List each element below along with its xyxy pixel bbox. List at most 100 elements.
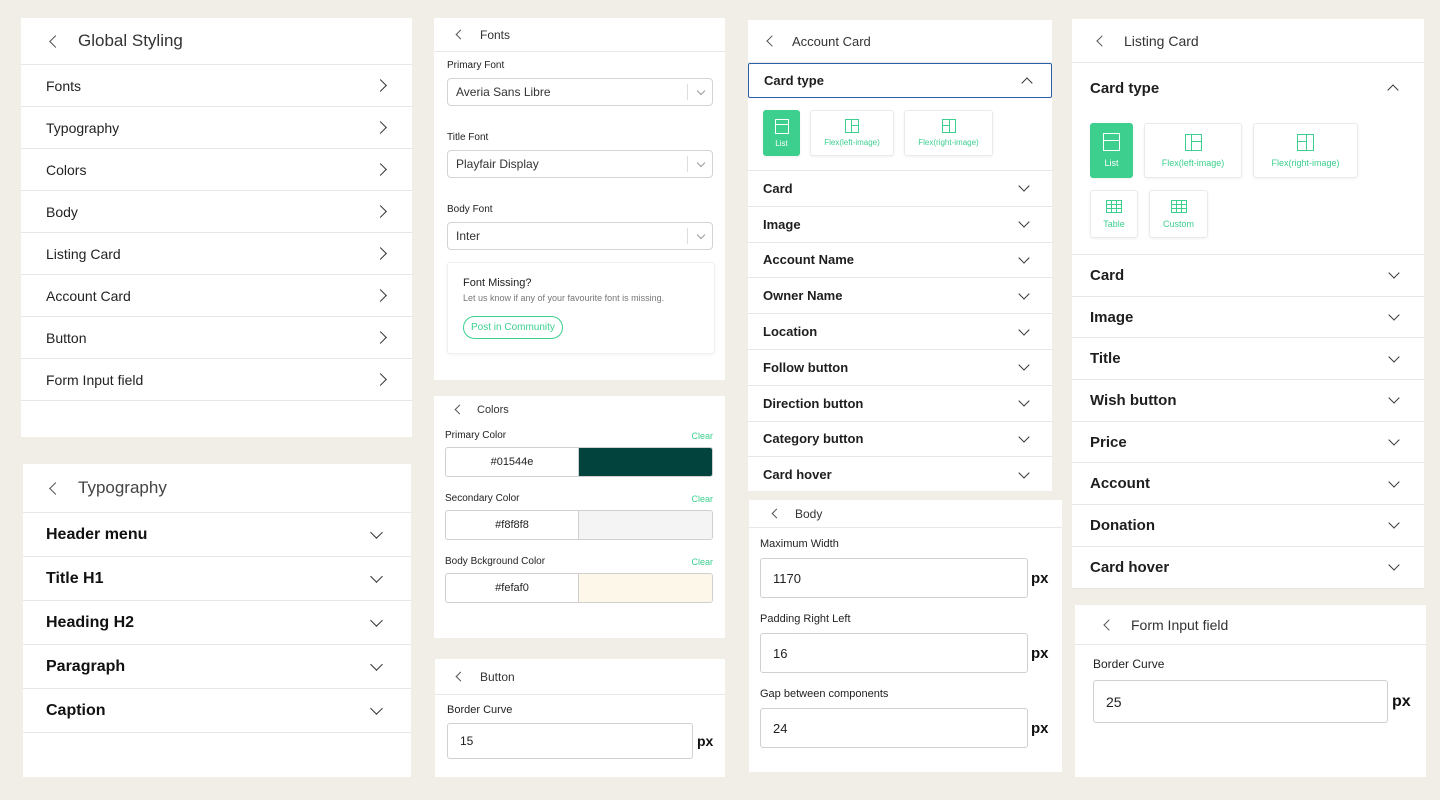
- card-type-list[interactable]: List: [1090, 123, 1133, 178]
- typography-item-label: Heading H2: [46, 613, 135, 631]
- global-styling-panel: Global Styling Fonts Typography Colors Body…: [21, 18, 412, 437]
- card-type-flex-left[interactable]: Flex(left-image): [1144, 123, 1242, 178]
- section-label: Image: [1090, 308, 1134, 326]
- section-label: Direction button: [763, 395, 864, 411]
- menu-item-button[interactable]: Button: [21, 317, 412, 359]
- primary-color-picker[interactable]: #01544e: [445, 447, 713, 477]
- secondary-color-picker[interactable]: #f8f8f8: [445, 510, 713, 540]
- menu-item-fonts[interactable]: Fonts: [21, 65, 412, 107]
- section-follow-button[interactable]: Follow button: [748, 350, 1052, 386]
- color-swatch[interactable]: [579, 511, 712, 539]
- section-account[interactable]: Account: [1072, 463, 1424, 506]
- gap-between-components-input[interactable]: 24: [760, 708, 1028, 748]
- menu-item-colors[interactable]: Colors: [21, 149, 412, 191]
- color-field-label: Primary Color: [445, 430, 507, 441]
- section-location[interactable]: Location: [748, 314, 1052, 350]
- px-unit: px: [1031, 569, 1049, 587]
- typography-item-paragraph[interactable]: Paragraph: [23, 645, 411, 689]
- back-icon[interactable]: [49, 481, 62, 495]
- custom-layout-icon: [1170, 199, 1187, 213]
- section-wish-button[interactable]: Wish button: [1072, 380, 1424, 422]
- card-type-flex-right[interactable]: Flex(right-image): [1253, 123, 1358, 178]
- chevron-down-icon: [696, 86, 706, 95]
- section-owner-name[interactable]: Owner Name: [748, 278, 1052, 315]
- section-card[interactable]: Card: [1072, 255, 1424, 297]
- body-font-select[interactable]: Inter: [447, 222, 713, 250]
- section-account-name[interactable]: Account Name: [748, 243, 1052, 279]
- post-in-community-button[interactable]: Post in Community: [463, 316, 563, 339]
- border-curve-input[interactable]: 15: [447, 723, 693, 759]
- page-title: Typography: [78, 478, 167, 497]
- card-type-section[interactable]: Card type: [748, 63, 1052, 98]
- section-title[interactable]: Title: [1072, 338, 1424, 381]
- card-type-label: Card type: [1090, 79, 1160, 97]
- card-type-table[interactable]: Table: [1090, 190, 1138, 238]
- button-panel: Button Border Curve 15 px: [435, 659, 725, 777]
- section-direction-button[interactable]: Direction button: [748, 386, 1052, 422]
- section-image[interactable]: Image: [1072, 297, 1424, 339]
- border-curve-label: Border Curve: [1093, 657, 1165, 671]
- maximum-width-input[interactable]: 1170: [760, 558, 1028, 598]
- chevron-down-icon: [370, 657, 383, 671]
- body-field-label: Padding Right Left: [760, 613, 851, 625]
- body-header: Body: [749, 500, 1062, 528]
- menu-item-body[interactable]: Body: [21, 191, 412, 233]
- section-card[interactable]: Card: [748, 171, 1052, 207]
- card-type-list[interactable]: List: [763, 110, 800, 156]
- hex-value[interactable]: #fefaf0: [446, 574, 579, 602]
- typography-item-caption[interactable]: Caption: [23, 689, 411, 733]
- typography-item-label: Paragraph: [46, 657, 126, 675]
- menu-item-typography[interactable]: Typography: [21, 107, 412, 149]
- border-curve-input[interactable]: 25: [1093, 680, 1388, 723]
- section-card-hover[interactable]: Card hover: [748, 457, 1052, 491]
- account-card-header: Account Card: [748, 20, 1052, 63]
- typography-item-title-h1[interactable]: Title H1: [23, 557, 411, 601]
- card-type-flex-right[interactable]: Flex(right-image): [904, 110, 993, 156]
- primary-font-select[interactable]: Averia Sans Libre: [447, 78, 713, 106]
- hex-value[interactable]: #01544e: [446, 448, 579, 476]
- menu-item-account-card[interactable]: Account Card: [21, 275, 412, 317]
- clear-button[interactable]: Clear: [691, 431, 713, 441]
- page-title: Colors: [477, 403, 509, 416]
- hex-value[interactable]: #f8f8f8: [446, 511, 579, 539]
- clear-button[interactable]: Clear: [691, 557, 713, 567]
- back-icon[interactable]: [454, 404, 465, 415]
- section-image[interactable]: Image: [748, 207, 1052, 243]
- section-category-button[interactable]: Category button: [748, 422, 1052, 458]
- chevron-right-icon: [374, 373, 387, 386]
- section-price[interactable]: Price: [1072, 422, 1424, 464]
- color-field-label: Body Bckground Color: [445, 556, 546, 567]
- back-icon[interactable]: [766, 35, 778, 47]
- section-label: Card: [763, 180, 793, 196]
- padding-right-left-input[interactable]: 16: [760, 633, 1028, 673]
- typography-item-heading-h2[interactable]: Heading H2: [23, 601, 411, 645]
- clear-button[interactable]: Clear: [691, 494, 713, 504]
- menu-item-listing-card[interactable]: Listing Card: [21, 233, 412, 275]
- back-icon[interactable]: [455, 671, 466, 682]
- card-type-custom[interactable]: Custom: [1149, 190, 1208, 238]
- chevron-down-icon: [1018, 288, 1030, 300]
- chevron-down-icon: [1388, 392, 1400, 405]
- px-unit: px: [1031, 719, 1049, 737]
- body-panel: Body Maximum Width 1170 px Padding Right Le…: [749, 500, 1062, 772]
- back-icon[interactable]: [771, 508, 782, 519]
- back-icon[interactable]: [1096, 34, 1108, 47]
- card-type-section[interactable]: Card type: [1072, 63, 1424, 113]
- typography-item-header-menu[interactable]: Header menu: [23, 513, 411, 557]
- back-icon[interactable]: [49, 34, 62, 48]
- px-unit: px: [1031, 644, 1049, 662]
- color-swatch[interactable]: [579, 448, 712, 476]
- back-icon[interactable]: [455, 29, 466, 40]
- chevron-down-icon: [1018, 395, 1030, 407]
- back-icon[interactable]: [1103, 618, 1115, 631]
- title-font-select[interactable]: Playfair Display: [447, 150, 713, 178]
- section-donation[interactable]: Donation: [1072, 505, 1424, 547]
- color-swatch[interactable]: [579, 574, 712, 602]
- card-type-flex-left[interactable]: Flex(left-image): [810, 110, 894, 156]
- fonts-panel: Fonts Primary Font Averia Sans Libre Title…: [434, 18, 725, 380]
- section-label: Title: [1090, 350, 1121, 368]
- chevron-down-icon: [1018, 180, 1030, 193]
- menu-item-form-input-field[interactable]: Form Input field: [21, 359, 412, 401]
- body-bckground-color-picker[interactable]: #fefaf0: [445, 573, 713, 603]
- section-card-hover[interactable]: Card hover: [1072, 547, 1424, 589]
